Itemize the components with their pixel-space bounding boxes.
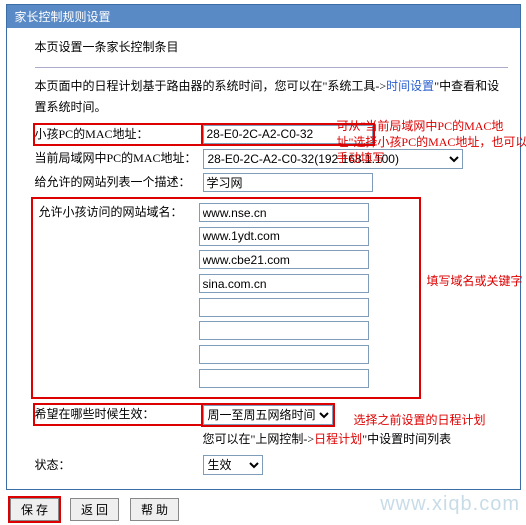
domain-input-3[interactable] bbox=[199, 274, 369, 293]
time-paragraph: 本页面中的日程计划基于路由器的系统时间，您可以在"系统工具->时间设置"中查看和… bbox=[35, 76, 508, 117]
status-row: 状态： 生效 bbox=[35, 455, 508, 475]
schedule-hint-suffix: "中设置时间列表 bbox=[362, 432, 451, 446]
child-mac-label: 小孩PC的MAC地址： bbox=[35, 125, 203, 144]
lan-mac-label: 当前局域网中PC的MAC地址： bbox=[35, 149, 203, 168]
back-button[interactable]: 返 回 bbox=[70, 498, 119, 521]
desc-input[interactable] bbox=[203, 173, 373, 192]
domain-input-7[interactable] bbox=[199, 369, 369, 388]
desc-label: 给允许的网站列表一个描述： bbox=[35, 173, 203, 192]
domain-input-4[interactable] bbox=[199, 298, 369, 317]
domain-annotation: 填写域名或关键字 bbox=[427, 273, 526, 289]
button-row: 保 存 返 回 帮 助 bbox=[10, 498, 526, 521]
domain-input-2[interactable] bbox=[199, 250, 369, 269]
panel-title: 家长控制规则设置 bbox=[15, 10, 111, 24]
domain-input-1[interactable] bbox=[199, 227, 369, 246]
domain-input-6[interactable] bbox=[199, 345, 369, 364]
schedule-label: 希望在哪些时候生效： bbox=[35, 405, 203, 424]
schedule-select[interactable]: 周一至周五网络时间 bbox=[203, 405, 333, 425]
domain-input-5[interactable] bbox=[199, 321, 369, 340]
status-label: 状态： bbox=[35, 456, 203, 475]
divider bbox=[35, 67, 508, 68]
domain-block: 允许小孩访问的网站域名： bbox=[31, 197, 421, 399]
panel-header: 家长控制规则设置 bbox=[7, 5, 520, 28]
desc-row: 给允许的网站列表一个描述： bbox=[35, 173, 508, 193]
save-button[interactable]: 保 存 bbox=[10, 498, 59, 521]
panel-content: 本页设置一条家长控制条目 本页面中的日程计划基于路由器的系统时间，您可以在"系统… bbox=[7, 28, 520, 489]
status-select[interactable]: 生效 bbox=[203, 455, 263, 475]
time-settings-link[interactable]: 时间设置 bbox=[386, 79, 434, 93]
schedule-hint: 您可以在"上网控制->日程计划"中设置时间列表 bbox=[203, 429, 508, 449]
schedule-annotation: 选择之前设置的日程计划 bbox=[354, 412, 526, 428]
mac-annotation: 可从"当前局域网中PC的MAC地址"选择小孩PC的MAC地址，也可以手动填写 bbox=[337, 118, 526, 167]
domain-label: 允许小孩访问的网站域名： bbox=[39, 203, 199, 222]
time-paragraph-prefix: 本页面中的日程计划基于路由器的系统时间，您可以在"系统工具-> bbox=[35, 79, 387, 93]
intro-text: 本页设置一条家长控制条目 bbox=[35, 38, 508, 57]
help-button[interactable]: 帮 助 bbox=[130, 498, 179, 521]
schedule-hint-prefix: 您可以在"上网控制-> bbox=[203, 432, 315, 446]
domain-input-0[interactable] bbox=[199, 203, 369, 222]
schedule-plan-link[interactable]: 日程计划 bbox=[314, 432, 362, 446]
